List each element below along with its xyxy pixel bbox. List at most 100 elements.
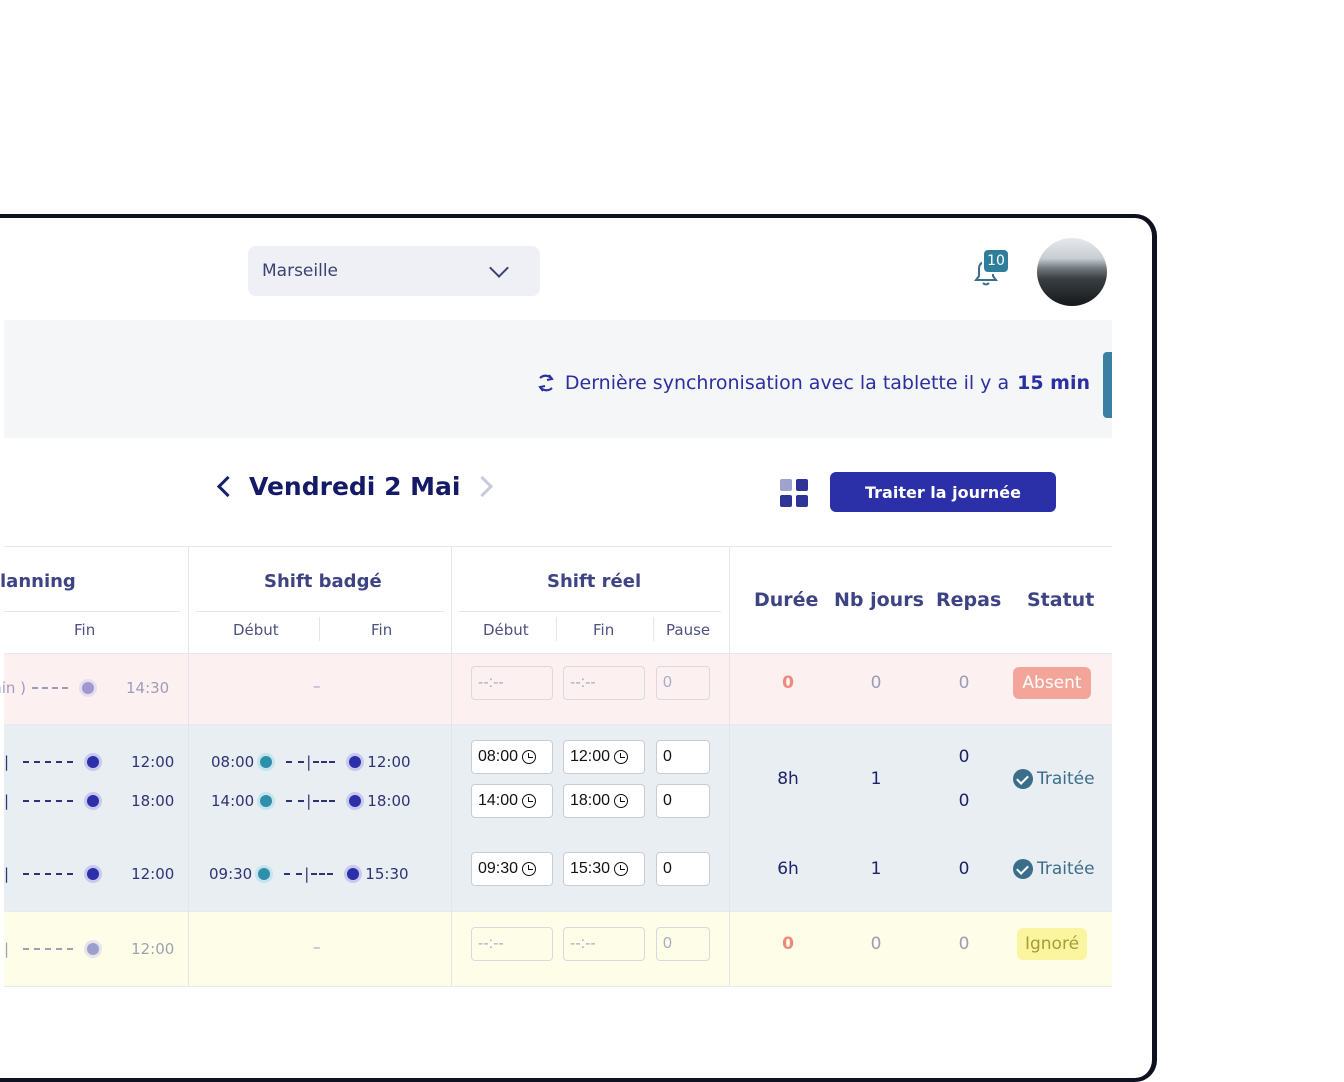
planning-end-time: 12:00 bbox=[131, 753, 175, 771]
status-label: Traitée bbox=[1037, 769, 1095, 789]
meals-value: 0 bbox=[958, 859, 970, 879]
col-status: Statut bbox=[1027, 589, 1095, 611]
col-badge-start: Début bbox=[233, 621, 279, 639]
real-start-input[interactable]: --:-- bbox=[471, 666, 553, 700]
badge-end-time: 15:30 bbox=[365, 865, 409, 883]
location-select-value: Marseille bbox=[262, 261, 339, 281]
badge-segment: 09:30 | 15:30 bbox=[209, 865, 409, 883]
clock-icon bbox=[614, 862, 629, 876]
col-real-pause: Pause bbox=[666, 621, 711, 639]
real-start-input[interactable]: 08:00 bbox=[471, 740, 553, 774]
meals-value: 0 bbox=[958, 747, 970, 767]
real-start-input[interactable]: 14:00 bbox=[471, 784, 553, 818]
table-header: lanning Fin Shift badgé Début Fin Shift … bbox=[0, 546, 1112, 654]
duration-value: 0 bbox=[782, 673, 794, 693]
duration-value: 0 bbox=[782, 934, 794, 954]
status-badge: Traitée bbox=[1013, 859, 1095, 879]
avatar[interactable] bbox=[1037, 238, 1107, 306]
duration-value: 8h bbox=[777, 769, 799, 789]
process-day-button[interactable]: Traiter la journée bbox=[830, 472, 1056, 512]
planning-segment: | 18:00 bbox=[4, 792, 175, 810]
sync-banner: Dernière synchronisation avec la tablett… bbox=[4, 320, 1112, 438]
col-duration: Durée bbox=[754, 589, 819, 611]
status-badge: Ignoré bbox=[1017, 928, 1087, 960]
col-real-start: Début bbox=[483, 621, 529, 639]
col-group-badge: Shift badgé bbox=[264, 571, 382, 592]
end-marker-icon bbox=[87, 868, 100, 880]
check-circle-icon bbox=[1013, 769, 1033, 789]
chevron-right-icon[interactable] bbox=[471, 475, 493, 498]
badge-segment: 14:00 | 18:00 bbox=[211, 792, 411, 810]
date-title: Vendredi 2 Mai bbox=[249, 472, 461, 501]
real-end-input[interactable]: --:-- bbox=[563, 927, 645, 961]
start-marker-icon bbox=[258, 868, 271, 880]
date-navigation: Vendredi 2 Mai bbox=[216, 472, 493, 501]
badge-start-time: 08:00 bbox=[211, 753, 255, 771]
real-end-input[interactable]: 12:00 bbox=[563, 740, 645, 774]
clock-icon bbox=[614, 750, 629, 764]
end-marker-icon bbox=[347, 868, 360, 880]
duration-value: 6h bbox=[777, 859, 799, 879]
end-marker-icon bbox=[87, 795, 100, 807]
start-marker-icon bbox=[260, 795, 273, 807]
real-end-input[interactable]: 15:30 bbox=[563, 852, 645, 886]
end-marker-icon bbox=[87, 756, 100, 768]
sync-text: Dernière synchronisation avec la tablett… bbox=[564, 372, 1010, 394]
chevron-left-icon[interactable] bbox=[216, 475, 239, 498]
chevron-down-icon bbox=[489, 258, 509, 278]
status-badge: Traitée bbox=[1013, 769, 1095, 789]
check-circle-icon bbox=[1013, 859, 1033, 879]
col-group-real: Shift réel bbox=[547, 571, 642, 592]
sync-icon bbox=[538, 374, 554, 392]
planning-end-time: 12:00 bbox=[131, 940, 175, 958]
days-value: 1 bbox=[870, 769, 882, 789]
end-marker-icon bbox=[87, 943, 100, 955]
meals-value: 0 bbox=[958, 934, 970, 954]
col-badge-end: Fin bbox=[371, 621, 393, 639]
start-marker-icon bbox=[260, 756, 273, 768]
pause-input[interactable]: 0 bbox=[656, 927, 710, 961]
real-start-input[interactable]: --:-- bbox=[471, 927, 553, 961]
badge-empty: – bbox=[313, 938, 321, 956]
badge-empty: – bbox=[313, 677, 321, 695]
end-marker-icon bbox=[82, 682, 94, 694]
pause-input[interactable]: 0 bbox=[656, 784, 710, 818]
pause-input[interactable]: 0 bbox=[656, 852, 710, 886]
badge-end-time: 12:00 bbox=[367, 753, 411, 771]
side-tab[interactable] bbox=[1103, 352, 1112, 418]
location-select[interactable]: Marseille bbox=[248, 246, 540, 296]
end-marker-icon bbox=[349, 756, 362, 768]
real-end-input[interactable]: 18:00 bbox=[563, 784, 645, 818]
pause-input[interactable]: 0 bbox=[656, 740, 710, 774]
status-label: Traitée bbox=[1037, 859, 1095, 879]
badge-segment: 08:00 | 12:00 bbox=[211, 753, 411, 771]
col-real-end: Fin bbox=[593, 621, 615, 639]
days-value: 0 bbox=[870, 934, 882, 954]
badge-start-time: 14:00 bbox=[211, 792, 255, 810]
meals-value: 0 bbox=[958, 791, 970, 811]
col-planning-end: Fin bbox=[74, 621, 96, 639]
app-window: Marseille 10 Dernière synchronisation av… bbox=[0, 214, 1157, 1082]
pause-input[interactable]: 0 bbox=[656, 666, 710, 700]
days-value: 1 bbox=[870, 859, 882, 879]
clock-icon bbox=[522, 750, 537, 764]
sync-time: 15 min bbox=[1017, 372, 1090, 394]
col-meals: Repas bbox=[936, 589, 1002, 611]
meals-value: 0 bbox=[958, 673, 970, 693]
notification-badge: 10 bbox=[982, 248, 1010, 274]
real-end-input[interactable]: --:-- bbox=[563, 666, 645, 700]
clock-icon bbox=[522, 862, 537, 876]
badge-start-time: 09:30 bbox=[209, 865, 253, 883]
planning-segment: | 12:00 bbox=[4, 753, 175, 771]
planning-end-time: 14:30 bbox=[126, 679, 170, 697]
planning-end-time: 12:00 bbox=[131, 865, 175, 883]
real-start-input[interactable]: 09:30 bbox=[471, 852, 553, 886]
col-group-planning: lanning bbox=[0, 571, 76, 592]
badge-end-time: 18:00 bbox=[367, 792, 411, 810]
planning-end-time: 18:00 bbox=[131, 792, 175, 810]
sync-status: Dernière synchronisation avec la tablett… bbox=[535, 372, 1090, 394]
planning-break: 45min ) bbox=[0, 679, 26, 697]
planning-segment: | 12:00 bbox=[4, 865, 175, 883]
grid-view-icon[interactable] bbox=[780, 479, 808, 507]
days-value: 0 bbox=[870, 673, 882, 693]
